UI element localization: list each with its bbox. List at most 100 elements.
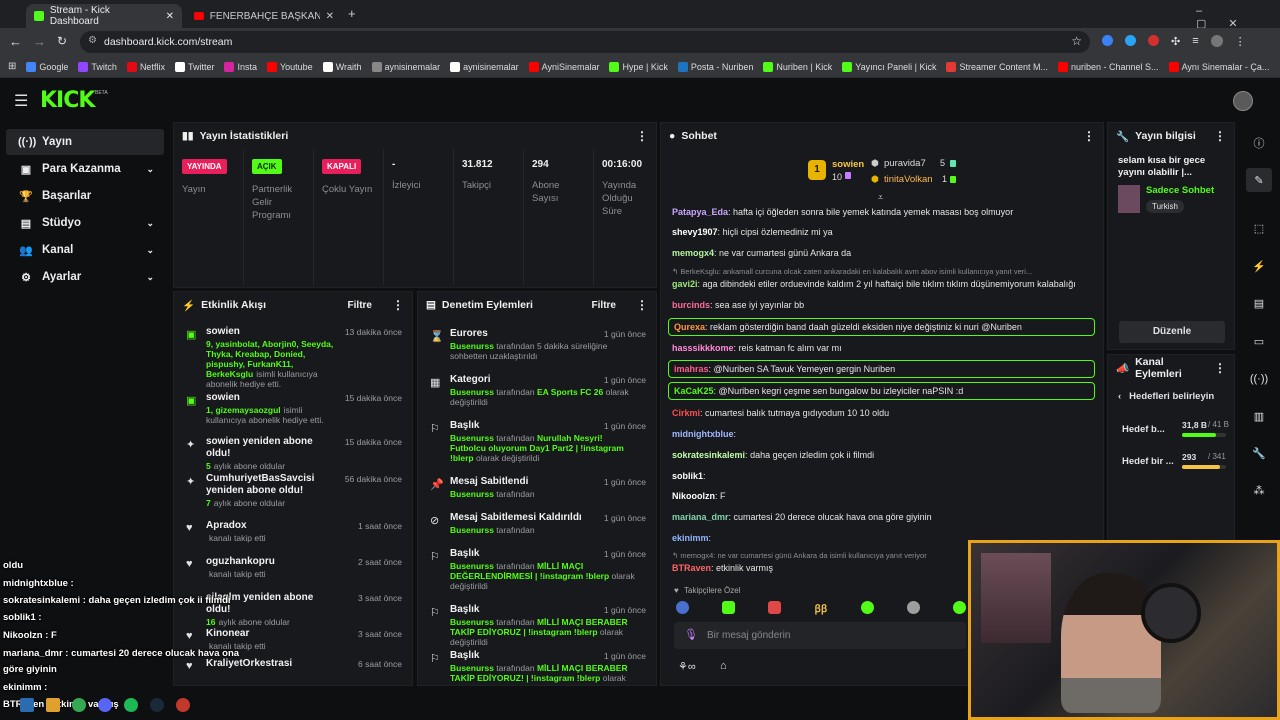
forward-icon[interactable]: →: [33, 34, 46, 49]
chat-username[interactable]: sokratesinkalemi: [672, 450, 745, 460]
chat-message[interactable]: sokratesinkalemi: daha geçen izledim çok…: [672, 449, 874, 461]
reload-icon[interactable]: ↻: [57, 34, 67, 48]
sidebar-item-4[interactable]: 👥 Kanal ⌄: [6, 237, 164, 263]
bookmark-item[interactable]: Twitch: [78, 61, 117, 72]
more-options-icon[interactable]: ⋮: [1083, 129, 1095, 143]
more-options-icon[interactable]: ⋮: [1214, 129, 1226, 143]
moderation-item[interactable]: 📌 Mesaj Sabitlendi Busenurss tarafından 1 g…: [418, 476, 656, 499]
document-icon[interactable]: ▤: [1246, 291, 1272, 315]
moderation-item[interactable]: ▦ Kategori Busenurss tarafından EA Sports …: [418, 374, 656, 407]
chat-username[interactable]: shevy1907: [672, 227, 718, 237]
spotify-icon[interactable]: [124, 698, 138, 712]
moderation-item[interactable]: ⚐ Başlık Busenurss tarafından MİLLİ MAÇI B…: [418, 650, 656, 683]
chrome-icon[interactable]: [72, 698, 86, 712]
bookmark-item[interactable]: Aynı Sinemalar - Ça...: [1168, 61, 1269, 72]
apps-grid-icon[interactable]: ⊞: [8, 61, 16, 72]
discord-icon[interactable]: [98, 698, 112, 712]
bookmark-item[interactable]: aynisinemalar: [450, 61, 519, 72]
emote-icon[interactable]: [676, 601, 689, 614]
moderation-item[interactable]: ⊘ Mesaj Sabitlemesi Kaldırıldı Busenurss t…: [418, 512, 656, 535]
chat-username[interactable]: Nikooolzn: [672, 491, 715, 501]
bookmark-item[interactable]: Posta - Nuriben: [677, 61, 753, 72]
moderator-name[interactable]: Busenurss: [450, 433, 494, 443]
moderation-item[interactable]: ⌛ Eurores Busenurss tarafından 5 dakika sü…: [418, 328, 656, 361]
chat-message[interactable]: midnightxblue:: [672, 428, 736, 440]
chat-message[interactable]: Nikooolzn: F: [672, 490, 726, 502]
bookmark-item[interactable]: Wraith: [322, 61, 362, 72]
chat-message[interactable]: burcinds: sea ase iyi yayınlar bb: [672, 299, 804, 311]
chat-username[interactable]: ekinimm: [672, 533, 709, 543]
moderation-item[interactable]: ⚐ Başlık Busenurss tarafından MİLLİ MAÇI D…: [418, 548, 656, 591]
bookmark-item[interactable]: nuriben - Channel S...: [1058, 61, 1159, 72]
chat-message[interactable]: hasssikkkome: reis katman fc alım var mı: [672, 342, 842, 354]
moderator-name[interactable]: Busenurss: [450, 341, 494, 351]
bookmark-item[interactable]: Youtube: [266, 61, 313, 72]
store-icon[interactable]: ⌂: [720, 660, 727, 672]
extension-red-icon[interactable]: [1148, 35, 1159, 46]
site-info-icon[interactable]: ⚙: [88, 35, 97, 46]
bookmark-item[interactable]: Netflix: [126, 61, 165, 72]
chat-message[interactable]: gavi2i: aga dibindeki etiler orduevinde …: [672, 278, 1076, 290]
broadcast-icon[interactable]: ((·)): [1246, 367, 1272, 391]
moderation-item[interactable]: ⚐ Başlık Busenurss tarafından MİLLİ MAÇI B…: [418, 604, 656, 647]
bookmark-item[interactable]: Hype | Kick: [609, 61, 668, 72]
wrench-icon[interactable]: 🔧: [1246, 441, 1272, 465]
obs-icon[interactable]: [176, 698, 190, 712]
start-icon[interactable]: [20, 698, 34, 712]
emote-icon[interactable]: [952, 601, 966, 614]
chat-message[interactable]: mariana_dmr: cumartesi 20 derece olucak …: [672, 511, 932, 523]
emote-icon[interactable]: [860, 601, 874, 614]
user-avatar[interactable]: [1233, 91, 1253, 111]
reply-context[interactable]: ↰ BerkeKsglu: ankamall curcuna olcak zat…: [672, 266, 1092, 278]
more-options-icon[interactable]: ⋮: [636, 298, 648, 312]
chat-message[interactable]: BTRaven: etkinlik varmış: [672, 562, 773, 574]
chat-message[interactable]: KaCaK25: @Nuriben kegri çeşme sen bungal…: [668, 382, 1095, 400]
moderator-name[interactable]: Busenurss: [450, 387, 494, 397]
moderation-item[interactable]: ⚐ Başlık Busenurss tarafından Nurullah Nes…: [418, 420, 656, 463]
activity-item[interactable]: ▣ sowien 9, yasinbolat, Aborjin0, Seeyda, …: [174, 326, 412, 389]
sidebar-item-2[interactable]: 🏆 Başarılar: [6, 183, 164, 209]
sidebar-item-3[interactable]: ▤ Stüdyo ⌄: [6, 210, 164, 236]
back-icon[interactable]: ←: [9, 34, 22, 49]
filter-button[interactable]: Filtre: [348, 300, 372, 311]
chat-message[interactable]: Qurexa: reklam gösterdiğin band daah güz…: [668, 318, 1095, 336]
activity-item[interactable]: ♥ KraliyetOrkestrasi 6 saat önce: [174, 658, 412, 681]
profile-avatar-icon[interactable]: [1210, 35, 1223, 47]
sidebar-item-5[interactable]: ⚙ Ayarlar ⌄: [6, 264, 164, 290]
window-controls[interactable]: –▢✕: [1196, 5, 1280, 30]
chat-input[interactable]: 🎙 Bir mesaj gönderin: [674, 622, 966, 649]
bookmark-item[interactable]: Yayıncı Paneli | Kick: [842, 61, 936, 72]
chat-icon[interactable]: ▭: [1246, 329, 1272, 353]
address-bar[interactable]: ⚙ dashboard.kick.com/stream ☆: [80, 31, 1090, 53]
activity-item[interactable]: ✦ CumhuriyetBasSavcisi yeniden abone oldu…: [174, 473, 412, 508]
moderator-name[interactable]: Busenurss: [450, 525, 494, 535]
emote-icon[interactable]: [906, 601, 920, 614]
layout-icon[interactable]: ▥: [1246, 404, 1272, 428]
chat-message[interactable]: shevy1907: hiçli cipsi özlemediniz mi ya: [672, 226, 833, 238]
emote-icon[interactable]: [768, 601, 782, 614]
chat-message[interactable]: soblik1:: [672, 470, 706, 482]
bookmark-item[interactable]: Twitter: [174, 61, 214, 72]
bolt-icon[interactable]: ⚡: [1246, 254, 1272, 278]
edit-button[interactable]: Düzenle: [1119, 321, 1225, 343]
chat-message[interactable]: imahras: @Nuriben SA Tavuk Yemeyen gergi…: [668, 360, 1095, 378]
more-options-icon[interactable]: ⋮: [1214, 361, 1226, 375]
bookmark-item[interactable]: Google: [26, 61, 68, 72]
folder-icon[interactable]: [46, 698, 60, 712]
sidebar-item-0[interactable]: ((·)) Yayın: [6, 129, 164, 155]
new-tab-icon[interactable]: +: [348, 6, 356, 21]
tab-youtube-video[interactable]: FENERBAHÇE BAŞKANI SADETT ✕: [186, 4, 342, 28]
users-icon[interactable]: ⁂: [1246, 478, 1272, 502]
goals-subheader[interactable]: ‹ Hedefleri belirleyin: [1108, 381, 1234, 402]
chat-message[interactable]: Cirkmi: cumartesi balık tutmaya gıdıyodu…: [672, 407, 889, 419]
moderator-name[interactable]: Busenurss: [450, 663, 494, 673]
moderator-name[interactable]: Busenurss: [450, 561, 494, 571]
activity-item[interactable]: ✦ sowien yeniden abone oldu! 5 aylık abone …: [174, 436, 412, 471]
info-icon[interactable]: ⓘ: [1246, 131, 1272, 155]
chat-username[interactable]: imahras: [674, 364, 709, 374]
chat-username[interactable]: KaCaK25: [674, 386, 714, 396]
chat-username[interactable]: mariana_dmr: [672, 512, 729, 522]
bookmark-item[interactable]: Streamer Content M...: [946, 61, 1048, 72]
chat-username[interactable]: Patapya_Eda: [672, 207, 728, 217]
bookmark-item[interactable]: AyniSinemalar: [528, 61, 599, 72]
